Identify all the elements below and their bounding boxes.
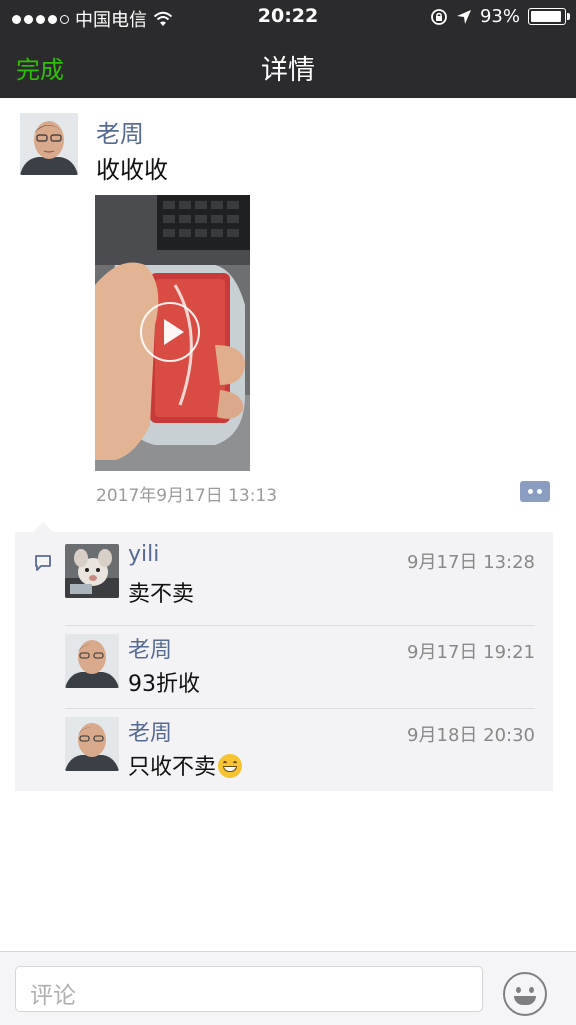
comment-text: 只收不卖 (128, 755, 217, 780)
location-arrow-icon (456, 9, 471, 24)
comment-text: 93折收 (128, 672, 200, 697)
comment-row[interactable]: yili 9月17日 13:28 卖不卖 (15, 532, 553, 620)
comment-text-line: 只收不卖 (128, 749, 243, 781)
comments-section: yili 9月17日 13:28 卖不卖 老周 9月17日 19:21 93折收 (15, 522, 553, 791)
comment-input[interactable]: 评论 (15, 966, 483, 1012)
commenter-avatar[interactable] (65, 717, 119, 771)
comment-input-bar: 评论 (0, 951, 576, 1025)
nav-bar: 完成 详情 (0, 32, 576, 98)
post-text: 收收收 (96, 156, 168, 184)
status-right: 93% (430, 6, 570, 27)
battery-percent: 93% (479, 6, 520, 27)
comment-divider (65, 708, 535, 709)
comment-row[interactable]: 老周 9月18日 20:30 只收不卖 (15, 708, 553, 791)
comment-more-icon[interactable] (520, 481, 550, 502)
commenter-name[interactable]: 老周 (128, 632, 172, 664)
post-author-avatar[interactable] (20, 113, 78, 175)
comment-time: 9月18日 20:30 (407, 725, 535, 746)
comment-divider (65, 625, 535, 626)
comment-time: 9月17日 19:21 (407, 642, 535, 663)
post-timestamp: 2017年9月17日 13:13 (96, 486, 278, 506)
commenter-avatar[interactable] (65, 544, 119, 598)
status-bar: 中国电信 20:22 93% (0, 0, 576, 32)
comment-time: 9月17日 13:28 (407, 552, 535, 573)
commenter-name[interactable]: 老周 (128, 715, 172, 747)
comment-row[interactable]: 老周 9月17日 19:21 93折收 (15, 625, 553, 708)
commenter-avatar[interactable] (65, 634, 119, 688)
commenter-name[interactable]: yili (128, 542, 159, 567)
page-title: 详情 (261, 55, 315, 86)
post-author-name[interactable]: 老周 (96, 114, 144, 149)
grin-emoji-icon (218, 754, 243, 778)
video-thumbnail[interactable] (95, 195, 250, 471)
lock-rotation-icon (431, 8, 447, 25)
play-icon[interactable] (140, 302, 200, 362)
comment-text: 卖不卖 (128, 582, 195, 607)
battery-icon (528, 8, 570, 25)
smiley-icon[interactable] (503, 972, 547, 1016)
